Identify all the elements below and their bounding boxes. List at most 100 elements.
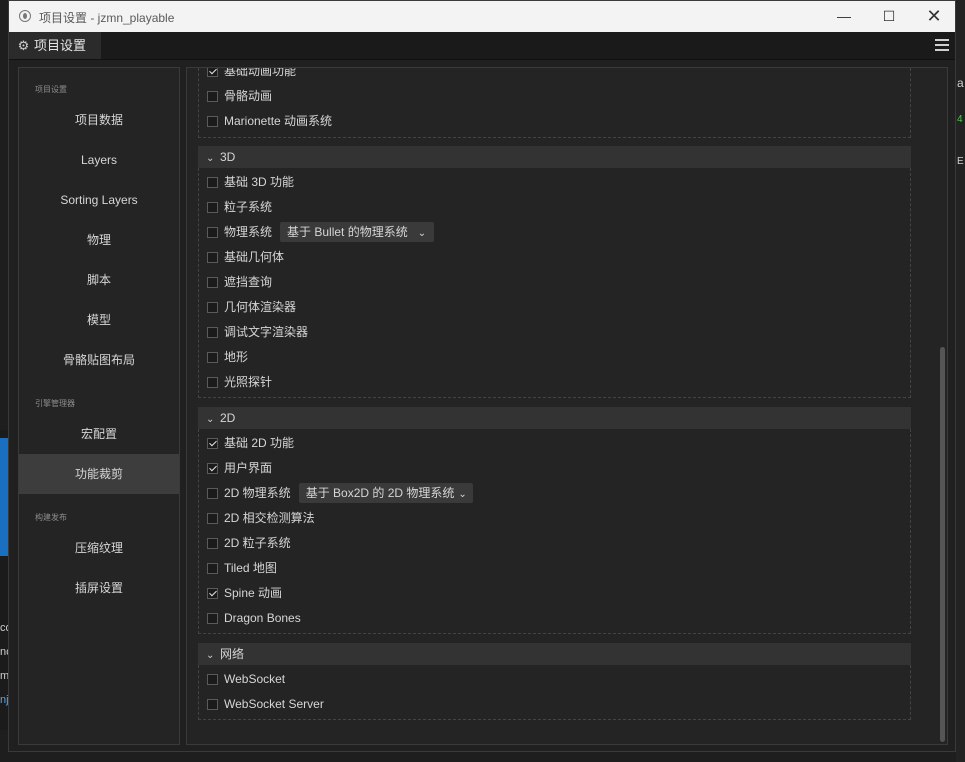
physics-backend-select[interactable]: 基于 Bullet 的物理系统 ⌄ [280, 222, 435, 242]
checkbox[interactable] [207, 377, 218, 388]
checkbox[interactable] [207, 438, 218, 449]
checkbox[interactable] [207, 352, 218, 363]
checkbox-label: WebSocket Server [224, 697, 324, 711]
checkbox-label: WebSocket [224, 672, 286, 686]
checkbox-row[interactable]: 粒子系统 [207, 197, 272, 217]
scrollbar-thumb[interactable] [940, 347, 945, 742]
checkbox[interactable] [207, 588, 218, 599]
checkbox-label: 基础 2D 功能 [224, 436, 295, 450]
checkbox-row[interactable]: 基础 2D 功能 [207, 433, 294, 453]
tab-project-settings[interactable]: ⚙ 项目设置 [9, 32, 101, 59]
sidebar-item-scripts[interactable]: 脚本 [19, 260, 179, 300]
sidebar-item-texture-compression[interactable]: 压缩纹理 [19, 528, 179, 568]
checkbox-row[interactable]: 基础动画功能 [207, 68, 296, 81]
checkbox-row[interactable]: 物理系统 基于 Bullet 的物理系统 ⌄ [207, 222, 435, 242]
checkbox[interactable] [207, 613, 218, 624]
checkbox-label: 2D 相交检测算法 [224, 511, 315, 525]
sidebar-item-physics[interactable]: 物理 [19, 220, 179, 260]
sidebar-group-engine: 引擎管理器 [35, 399, 75, 408]
checkbox-label: Tiled 地图 [224, 561, 277, 575]
checkbox-row[interactable]: 2D 物理系统 基于 Box2D 的 2D 物理系统 ⌄ [207, 483, 473, 503]
checkbox-row[interactable]: 基础几何体 [207, 247, 284, 267]
checkbox[interactable] [207, 177, 218, 188]
checkbox[interactable] [207, 463, 218, 474]
checkbox-row[interactable]: 2D 相交检测算法 [207, 508, 315, 528]
chevron-down-icon: ⌄ [417, 228, 427, 239]
checkbox-row[interactable]: 调试文字渲染器 [207, 322, 308, 342]
physics-2d-backend-select[interactable]: 基于 Box2D 的 2D 物理系统 ⌄ [298, 483, 473, 503]
title-bar[interactable]: 项目设置 - jzmn_playable — ☐ ✕ [9, 1, 955, 32]
app-icon [19, 10, 31, 22]
minimize-button[interactable]: — [821, 1, 867, 32]
sidebar-item-sorting-layers[interactable]: Sorting Layers [19, 180, 179, 220]
checkbox-row[interactable]: 基础 3D 功能 [207, 172, 294, 192]
checkbox-row[interactable]: WebSocket Server [207, 694, 324, 714]
checkbox-label: 骨骼动画 [224, 89, 273, 103]
section-title: 网络 [220, 647, 245, 661]
window-title: 项目设置 - jzmn_playable [39, 11, 175, 25]
chevron-down-icon: ⌄ [206, 153, 215, 164]
checkbox[interactable] [207, 513, 218, 524]
section-3d [198, 168, 911, 398]
sidebar-item-model[interactable]: 模型 [19, 300, 179, 340]
chevron-down-icon: ⌄ [206, 414, 215, 425]
checkbox[interactable] [207, 227, 218, 238]
checkbox[interactable] [207, 252, 218, 263]
close-button[interactable]: ✕ [911, 1, 957, 32]
checkbox[interactable] [207, 327, 218, 338]
bg-char: a [957, 76, 964, 90]
section-header-network[interactable]: ⌄ 网络 [198, 643, 911, 665]
tab-bar: ⚙ 项目设置 [9, 32, 955, 60]
sidebar-group-project: 项目设置 [35, 85, 67, 94]
background-editor-right: a 4 E [956, 0, 965, 762]
checkbox-label: 几何体渲染器 [224, 300, 297, 314]
checkbox[interactable] [207, 68, 218, 77]
checkbox[interactable] [207, 674, 218, 685]
checkbox[interactable] [207, 116, 218, 127]
background-editor-left: co nc m nj [0, 430, 12, 730]
checkbox[interactable] [207, 91, 218, 102]
checkbox-row[interactable]: 光照探针 [207, 372, 272, 392]
section-header-2d[interactable]: ⌄ 2D [198, 407, 911, 429]
checkbox[interactable] [207, 538, 218, 549]
checkbox-label: 粒子系统 [224, 200, 273, 214]
sidebar-item-macro-config[interactable]: 宏配置 [19, 414, 179, 454]
checkbox-row[interactable]: Dragon Bones [207, 608, 301, 628]
checkbox-row[interactable]: 地形 [207, 347, 248, 367]
checkbox[interactable] [207, 488, 218, 499]
sidebar-item-feature-cropping[interactable]: 功能裁剪 [19, 454, 179, 494]
section-header-3d[interactable]: ⌄ 3D [198, 146, 911, 168]
checkbox-row[interactable]: Marionette 动画系统 [207, 111, 332, 131]
checkbox-label: 物理系统 [224, 225, 273, 239]
checkbox-row[interactable]: WebSocket [207, 669, 285, 689]
hamburger-menu-icon[interactable] [935, 36, 949, 54]
checkbox-row[interactable]: 2D 粒子系统 [207, 533, 291, 553]
checkbox-label: 2D 物理系统 [224, 486, 291, 500]
sidebar-item-project-data[interactable]: 项目数据 [19, 100, 179, 140]
checkbox-row[interactable]: 用户界面 [207, 458, 272, 478]
section-title: 2D [220, 411, 236, 425]
feature-cropping-panel: 基础动画功能 骨骼动画 Marionette 动画系统 ⌄ 3D 基础 3D 功能… [186, 67, 948, 745]
checkbox-row[interactable]: Spine 动画 [207, 583, 282, 603]
checkbox-row[interactable]: 几何体渲染器 [207, 297, 296, 317]
checkbox-row[interactable]: 骨骼动画 [207, 86, 272, 106]
maximize-button[interactable]: ☐ [866, 1, 912, 32]
section-2d [198, 429, 911, 634]
checkbox[interactable] [207, 302, 218, 313]
sidebar-item-layers[interactable]: Layers [19, 140, 179, 180]
sidebar-item-splash-settings[interactable]: 插屏设置 [19, 568, 179, 608]
checkbox-row[interactable]: Tiled 地图 [207, 558, 277, 578]
checkbox[interactable] [207, 699, 218, 710]
bg-char: E [957, 156, 964, 167]
section-title: 3D [220, 150, 236, 164]
checkbox-label: 调试文字渲染器 [224, 325, 309, 339]
checkbox-label: Marionette 动画系统 [224, 114, 333, 128]
checkbox-label: Spine 动画 [224, 586, 283, 600]
checkbox[interactable] [207, 277, 218, 288]
sidebar-item-skeleton-texture-layout[interactable]: 骨骼贴图布局 [19, 340, 179, 380]
gear-icon: ⚙ [17, 38, 30, 53]
checkbox-row[interactable]: 遮挡查询 [207, 272, 272, 292]
checkbox[interactable] [207, 563, 218, 574]
checkbox[interactable] [207, 202, 218, 213]
checkbox-label: 基础 3D 功能 [224, 175, 295, 189]
